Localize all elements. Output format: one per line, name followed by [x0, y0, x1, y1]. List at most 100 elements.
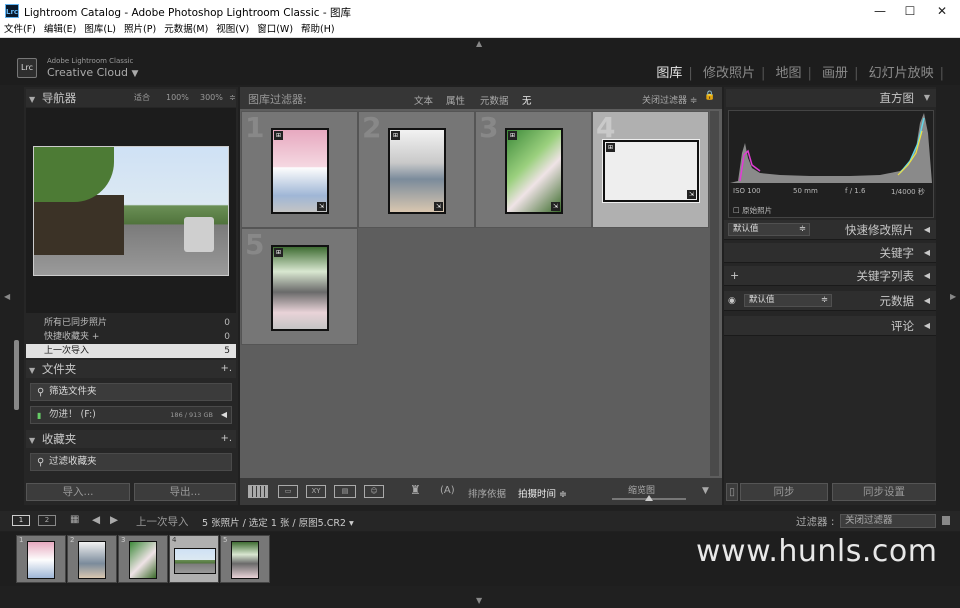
filter-attribute[interactable]: 属性 — [446, 93, 465, 107]
zoom-fit[interactable]: 适合 — [134, 89, 150, 107]
edit-badge-icon: ⇲ — [551, 202, 560, 211]
grid-view-icon[interactable] — [248, 485, 268, 498]
module-slideshow[interactable]: 幻灯片放映 — [869, 66, 934, 81]
grid-cell[interactable]: 2 ⊞ ⇲ — [358, 111, 475, 228]
menu-edit[interactable]: 编辑(E) — [40, 22, 80, 37]
sync-settings-button[interactable]: 同步设置 — [832, 483, 936, 501]
top-panel-toggle-icon[interactable]: ▲ — [476, 39, 482, 48]
main-screen-button[interactable]: 1 — [12, 515, 30, 526]
filmstrip-cell-selected[interactable]: 4 — [169, 535, 219, 583]
collections-header[interactable]: ▼ 收藏夹 +. — [26, 430, 236, 448]
menu-library[interactable]: 图库(L) — [80, 22, 120, 37]
back-arrow-icon[interactable]: ◀ — [92, 514, 100, 526]
navigator-preview-image[interactable] — [33, 146, 229, 276]
filmstrip-cell[interactable]: 5 — [220, 535, 270, 583]
catalog-row-quick-collection[interactable]: 快捷收藏夹 + 0 — [26, 330, 236, 344]
catalog-row-previous-import[interactable]: 上一次导入 5 — [26, 344, 236, 358]
grid-cell[interactable]: 1 ⊞ ⇲ — [241, 111, 358, 228]
menu-window[interactable]: 窗口(W) — [253, 22, 297, 37]
navigator-title: 导航器 — [41, 91, 77, 105]
sort-label: 排序依据 — [468, 489, 507, 500]
forward-arrow-icon[interactable]: ▶ — [110, 514, 118, 526]
lock-icon[interactable]: 🔒 — [704, 91, 715, 101]
grid-cell-number: 5 — [245, 228, 265, 261]
folders-header[interactable]: ▼ 文件夹 +. — [26, 360, 236, 378]
menu-photo[interactable]: 照片(P) — [120, 22, 160, 37]
menu-view[interactable]: 视图(V) — [212, 22, 253, 37]
people-view-icon[interactable]: ☺ — [364, 485, 384, 498]
filter-label: 过滤器 : — [796, 516, 835, 528]
close-button[interactable]: ✕ — [926, 0, 958, 22]
selection-count[interactable]: 5 张照片 / 选定 1 张 / 原图5.CR2 ▾ — [202, 515, 354, 529]
filmstrip-cell[interactable]: 2 — [67, 535, 117, 583]
quick-develop-header[interactable]: 默认值 ≑ 快速修改照片 ◀ — [724, 220, 936, 240]
add-collection-icon[interactable]: +. — [220, 430, 232, 448]
right-panel-toggle-icon[interactable]: ▶ — [950, 292, 956, 301]
folder-filter-input[interactable]: ⚲ 筛选文件夹 — [30, 383, 232, 401]
filter-metadata[interactable]: 元数据 — [480, 93, 509, 107]
original-photo-checkbox[interactable]: ☐ 原始照片 — [733, 205, 772, 216]
left-panel-scrollbar[interactable] — [14, 340, 19, 410]
menu-metadata[interactable]: 元数据(M) — [160, 22, 212, 37]
bottom-panel-toggle-icon[interactable]: ▼ — [476, 596, 482, 605]
compare-view-icon[interactable]: XY — [306, 485, 326, 498]
comments-header[interactable]: 评论 ◀ — [724, 316, 936, 336]
photo-thumbnail: ⊞ ⇲ — [388, 128, 446, 214]
survey-view-icon[interactable]: ▤ — [334, 485, 356, 498]
filmstrip-filter-select[interactable]: 关闭过滤器 — [840, 514, 936, 528]
add-keyword-icon[interactable]: + — [730, 266, 739, 286]
spray-can-icon[interactable]: ♜ — [410, 483, 421, 497]
filter-preset[interactable]: 关闭过滤器 ≑ — [642, 93, 697, 106]
module-library[interactable]: 图库 — [656, 66, 682, 81]
catalog-row-synced[interactable]: 所有已同步照片 0 — [26, 316, 236, 330]
histogram[interactable]: ISO 100 50 mm f / 1.6 1/4000 秒 ☐ 原始照片 — [728, 110, 934, 218]
grid-cell[interactable]: 5 ⊞ — [241, 228, 358, 345]
grid-cell-selected[interactable]: 4 ⊞ ⇲ — [592, 111, 709, 228]
filter-none[interactable]: 无 — [522, 93, 532, 107]
sync-button[interactable]: 同步 — [740, 483, 828, 501]
sort-select[interactable]: 拍摄时间 ≑ — [518, 486, 567, 500]
product-plan[interactable]: Creative Cloud ▼ — [47, 66, 138, 79]
histogram-header[interactable]: 直方图 ▼ — [726, 89, 936, 107]
minimize-button[interactable]: — — [864, 0, 896, 22]
sync-toggle-switch[interactable]: ▯ — [726, 483, 738, 501]
volume-size: 186 / 913 GB — [170, 411, 213, 419]
grid-cell[interactable]: 3 ⊞ ⇲ — [475, 111, 592, 228]
sort-direction-icon[interactable]: (A) — [440, 485, 455, 496]
module-book[interactable]: 画册 — [822, 66, 848, 81]
keywording-header[interactable]: 关键字 ◀ — [724, 243, 936, 263]
filter-text[interactable]: 文本 — [414, 93, 433, 107]
collection-filter-input[interactable]: ⚲ 过滤收藏夹 — [30, 453, 232, 471]
zoom-menu-icon[interactable]: ≑ — [229, 89, 236, 107]
volume-expand-icon[interactable]: ◀ — [221, 407, 227, 423]
eye-icon[interactable]: ◉ — [728, 291, 736, 311]
filmstrip-cell[interactable]: 1 — [16, 535, 66, 583]
metadata-preset-select[interactable]: 默认值 ≑ — [744, 294, 832, 307]
filter-toggle-switch[interactable] — [942, 516, 950, 525]
grid-scrollbar[interactable] — [710, 111, 719, 476]
module-map[interactable]: 地图 — [776, 66, 802, 81]
source-label[interactable]: 上一次导入 — [136, 514, 189, 529]
import-button[interactable]: 导入... — [26, 483, 130, 501]
menu-file[interactable]: 文件(F) — [0, 22, 40, 37]
export-button[interactable]: 导出... — [134, 483, 236, 501]
add-folder-icon[interactable]: +. — [220, 360, 232, 378]
toolbar-menu-icon[interactable]: ▼ — [702, 486, 709, 496]
grid-icon[interactable]: ▦ — [70, 514, 79, 525]
keyword-list-header[interactable]: + 关键字列表 ◀ — [724, 266, 936, 286]
slider-thumb[interactable] — [645, 495, 653, 501]
module-develop[interactable]: 修改照片 — [703, 66, 755, 81]
zoom-300[interactable]: 300% — [200, 89, 223, 107]
maximize-button[interactable]: ☐ — [894, 0, 926, 22]
menu-help[interactable]: 帮助(H) — [297, 22, 339, 37]
volume-row[interactable]: ▮ 勿进！ (F:) 186 / 913 GB ◀ — [30, 406, 232, 424]
left-panel-toggle-icon[interactable]: ◀ — [4, 292, 10, 301]
metadata-header[interactable]: ◉ 默认值 ≑ 元数据 ◀ — [724, 291, 936, 311]
zoom-100[interactable]: 100% — [166, 89, 189, 107]
loupe-view-icon[interactable]: ▭ — [278, 485, 298, 498]
navigator-header[interactable]: ▼ 导航器 适合 100% 300% ≑ — [26, 89, 236, 107]
filmstrip-cell[interactable]: 3 — [118, 535, 168, 583]
filmstrip-thumbnail — [129, 541, 157, 579]
second-screen-button[interactable]: 2 — [38, 515, 56, 526]
quick-develop-preset-select[interactable]: 默认值 ≑ — [728, 223, 810, 236]
